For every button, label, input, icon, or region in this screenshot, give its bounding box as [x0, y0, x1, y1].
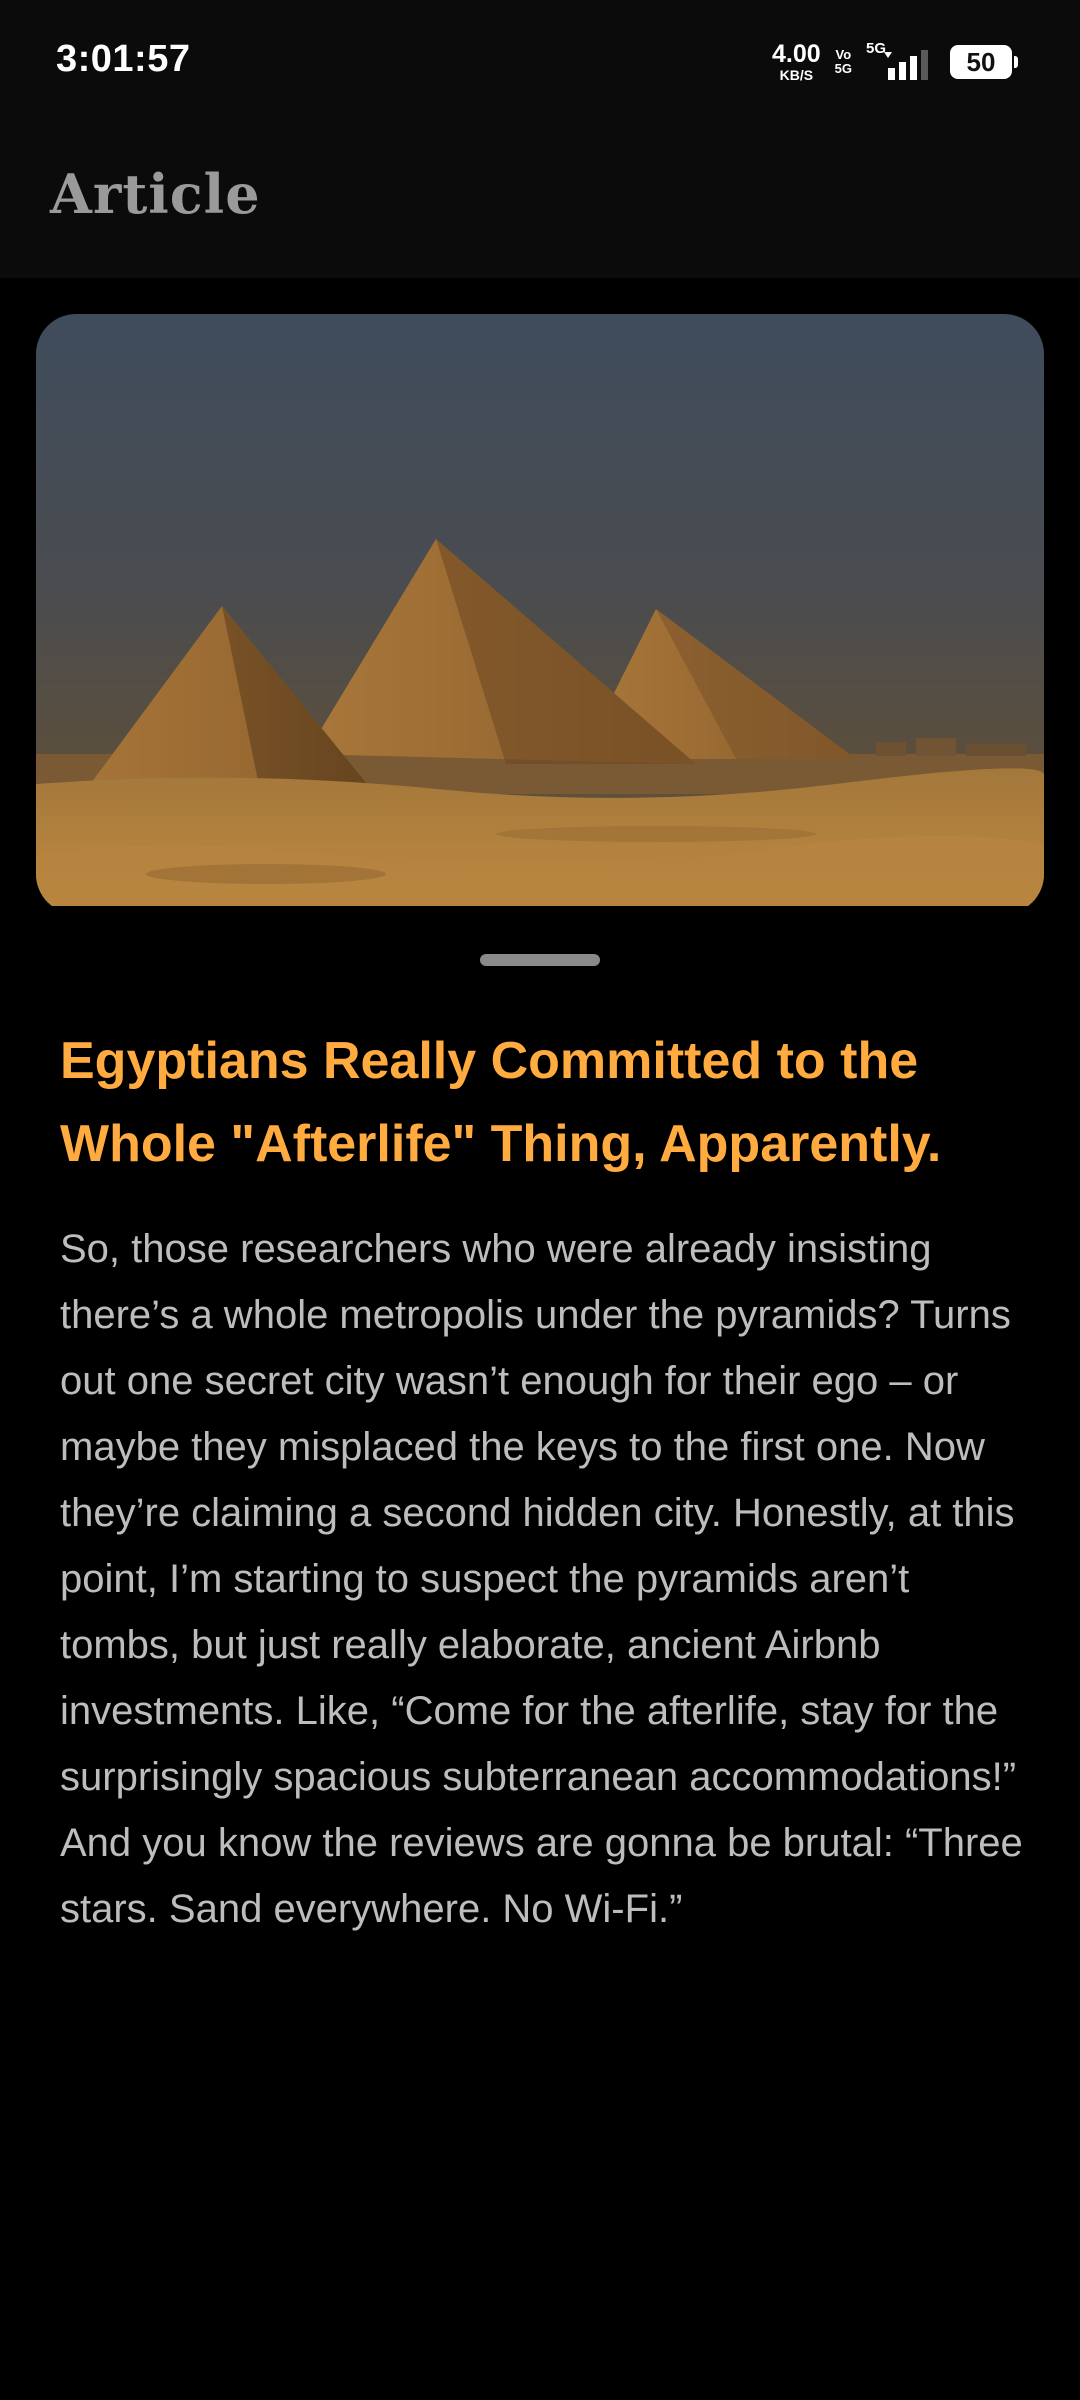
article-hero-image — [36, 314, 1044, 914]
signal-bars-icon — [884, 50, 928, 80]
network-speed-indicator: 4.00 KB/S — [771, 40, 821, 83]
article-body: So, those researchers who were already i… — [60, 1227, 1023, 1931]
article-title: Egyptians Really Committed to the Whole … — [60, 1032, 942, 1173]
pyramids-image — [36, 314, 1044, 914]
status-icons: 4.00 KB/S Vo 5G 5G 50 — [771, 38, 1018, 86]
app-bar: Article — [0, 120, 1080, 278]
volte-label-top: Vo — [835, 47, 852, 63]
app-title: Article — [50, 162, 261, 226]
network-type-label: 5G — [866, 40, 887, 57]
status-bar: 3:01:57 4.00 KB/S Vo 5G 5G 50 — [0, 0, 1080, 120]
drag-handle[interactable] — [480, 954, 600, 966]
volte-label-bottom: 5G — [834, 61, 852, 76]
network-speed-unit: KB/S — [779, 67, 814, 83]
article-sheet[interactable]: Egyptians Really Committed to the Whole … — [0, 906, 1080, 2400]
battery-level: 50 — [966, 46, 996, 77]
network-speed-value: 4.00 — [771, 40, 821, 68]
status-time: 3:01:57 — [56, 38, 191, 80]
signal-icon: 5G — [866, 40, 930, 84]
battery-icon: 50 — [950, 45, 1018, 79]
volte-icon: Vo 5G — [835, 48, 852, 75]
